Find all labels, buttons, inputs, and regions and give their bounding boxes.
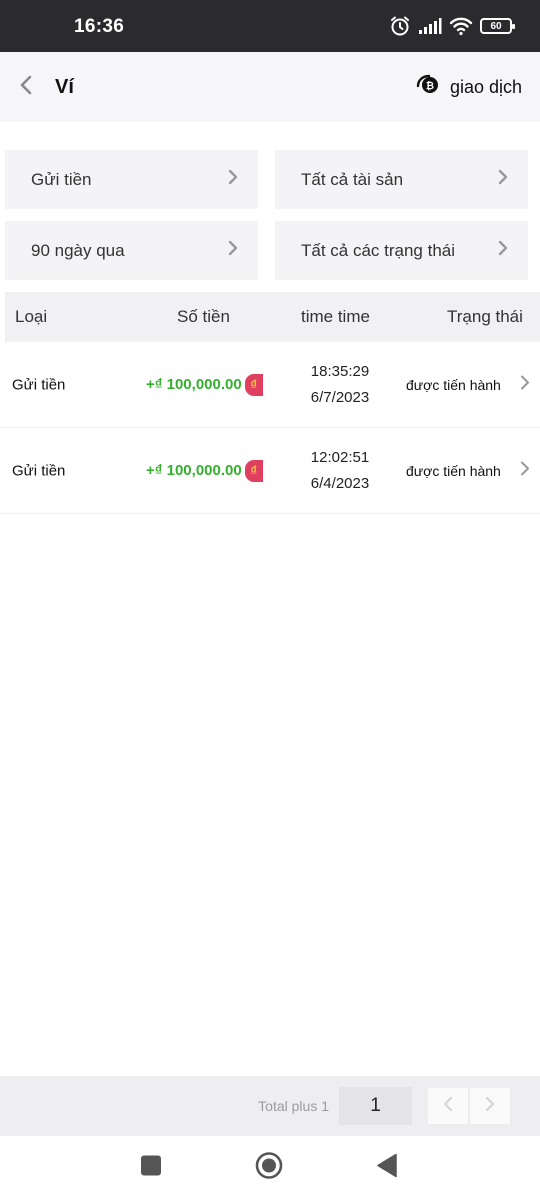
filter-asset[interactable]: Tất cả tài sản	[275, 150, 528, 209]
table-row[interactable]: Gửi tiền +₫ 100,000.00 ₫ 18:35:29 6/7/20…	[0, 342, 540, 428]
column-amount: Số tiền	[177, 307, 230, 326]
status-time: 16:36	[74, 16, 125, 37]
dong-coin-icon: ₫	[244, 459, 263, 482]
status-bar: 16:36 60	[0, 0, 540, 52]
chevron-right-icon	[520, 374, 530, 395]
triangle-back-icon	[376, 1153, 398, 1183]
transactions-label: giao dịch	[449, 76, 522, 97]
row-amount: +₫ 100,000.00 ₫	[146, 459, 263, 482]
home-button[interactable]	[255, 1152, 283, 1185]
pagination: Total plus 1 1	[0, 1076, 540, 1136]
chevron-right-icon	[228, 240, 238, 261]
row-time: 12:02:51	[310, 448, 370, 466]
column-status: Trạng thái	[447, 307, 523, 326]
back-button[interactable]	[16, 72, 36, 102]
pager-buttons	[427, 1087, 511, 1125]
alarm-icon	[389, 15, 411, 37]
system-back-button[interactable]	[376, 1153, 398, 1183]
row-status: được tiến hành	[406, 462, 501, 479]
filter-status-label: Tất cả các trạng thái	[301, 240, 456, 260]
chevron-right-icon	[228, 169, 238, 190]
row-type: Gửi tiền	[12, 376, 66, 393]
filter-type[interactable]: Gửi tiền	[5, 150, 258, 209]
wifi-icon	[449, 16, 473, 36]
total-count: Total plus 1	[258, 1098, 329, 1114]
battery-icon: 60	[480, 18, 515, 34]
filter-asset-label: Tất cả tài sản	[301, 169, 404, 189]
row-datetime: 18:35:29 6/7/2023	[300, 359, 380, 411]
dong-coin-icon: ₫	[244, 373, 263, 396]
column-time: time time	[301, 307, 370, 326]
svg-text:₿: ₿	[426, 80, 434, 92]
row-datetime: 12:02:51 6/4/2023	[300, 445, 380, 497]
recent-apps-button[interactable]	[140, 1155, 162, 1182]
row-status: được tiến hành	[406, 376, 501, 393]
header: Ví ₿ giao dịch	[0, 52, 540, 122]
chevron-right-icon	[498, 240, 508, 261]
row-type: Gửi tiền	[12, 462, 66, 479]
page-title: Ví	[55, 75, 74, 98]
square-recent-apps-icon	[140, 1155, 162, 1182]
chevron-right-icon	[485, 1096, 495, 1117]
transactions-link[interactable]: ₿ giao dịch	[416, 74, 522, 101]
table-row[interactable]: Gửi tiền +₫ 100,000.00 ₫ 12:02:51 6/4/20…	[0, 428, 540, 514]
row-amount: +₫ 100,000.00 ₫	[146, 373, 263, 396]
filter-period-label: 90 ngày qua	[31, 240, 125, 260]
signal-icon	[418, 17, 442, 35]
battery-level: 60	[490, 20, 502, 32]
column-type: Loại	[15, 307, 48, 326]
chevron-right-icon	[520, 460, 530, 481]
prev-page-button[interactable]	[427, 1087, 469, 1125]
bitcoin-coin-icon: ₿	[416, 74, 442, 101]
chevron-left-icon	[19, 75, 33, 100]
filters: Gửi tiền Tất cả tài sản 90 ngày qua Tất …	[0, 122, 540, 280]
row-time: 18:35:29	[310, 362, 370, 380]
chevron-left-icon	[443, 1096, 453, 1117]
row-amount-value: +₫ 100,000.00	[146, 462, 242, 479]
row-date: 6/4/2023	[310, 474, 370, 492]
row-amount-value: +₫ 100,000.00	[146, 376, 242, 393]
system-nav-bar	[0, 1136, 540, 1200]
filter-status[interactable]: Tất cả các trạng thái	[275, 221, 528, 280]
row-date: 6/7/2023	[310, 388, 370, 406]
table-header: Loại Số tiền time time Trạng thái	[5, 292, 540, 342]
status-icons: 60	[389, 15, 515, 37]
current-page[interactable]: 1	[339, 1087, 412, 1125]
circle-home-icon	[255, 1152, 283, 1185]
filter-type-label: Gửi tiền	[31, 169, 92, 189]
next-page-button[interactable]	[469, 1087, 511, 1125]
filter-period[interactable]: 90 ngày qua	[5, 221, 258, 280]
chevron-right-icon	[498, 169, 508, 190]
